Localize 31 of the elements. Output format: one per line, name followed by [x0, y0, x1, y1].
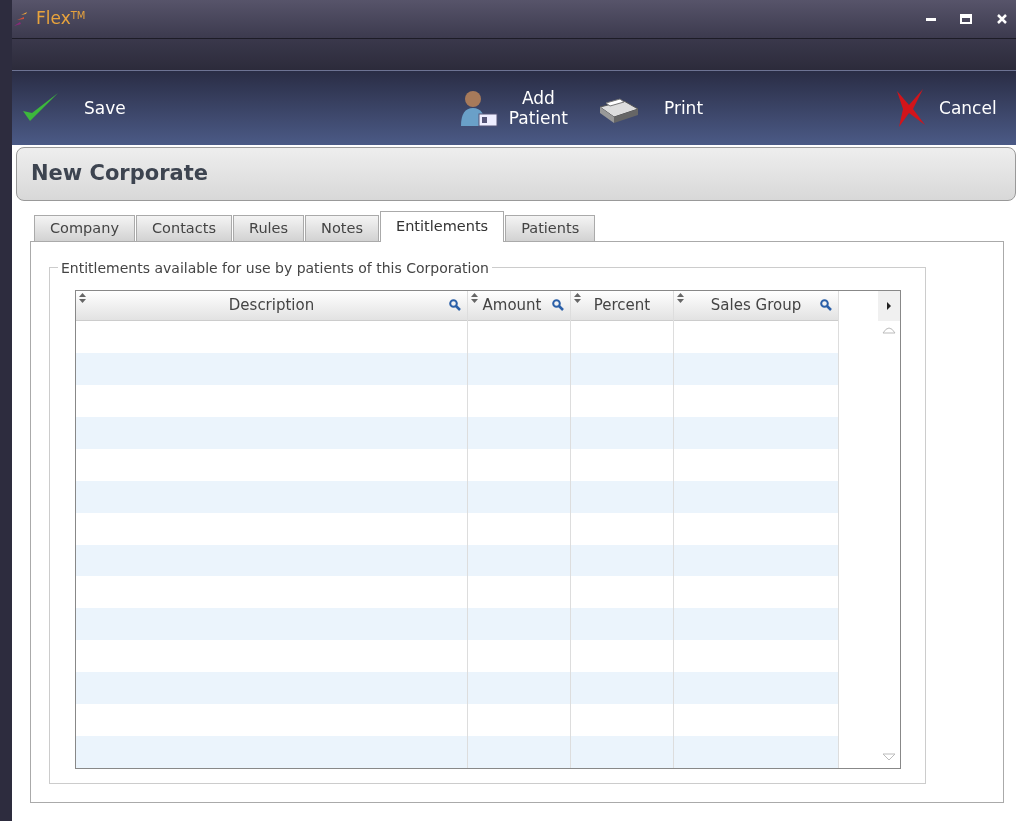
- tab[interactable]: Patients: [505, 215, 596, 241]
- sort-icon: [677, 293, 684, 303]
- minimize-icon: [926, 17, 936, 21]
- tab[interactable]: Notes: [305, 215, 379, 241]
- print-button[interactable]: Print: [595, 91, 704, 125]
- scroll-right-icon: [878, 291, 900, 321]
- tab[interactable]: Contacts: [136, 215, 232, 241]
- column-header[interactable]: Sales Group: [674, 291, 838, 321]
- app-logo-icon: [12, 10, 30, 28]
- save-button[interactable]: Save: [20, 89, 126, 127]
- page-heading: New Corporate: [31, 160, 208, 188]
- sort-icon: [79, 293, 86, 303]
- tab[interactable]: Rules: [232, 215, 305, 241]
- window-title: Flex$^{TM}$: [36, 7, 86, 31]
- sort-icon: [471, 293, 478, 303]
- search-icon: [449, 299, 461, 311]
- maximize-icon: [960, 13, 972, 25]
- column-header[interactable]: Percent: [571, 291, 673, 321]
- tab[interactable]: Entitlements: [379, 211, 505, 242]
- add-patient-button[interactable]: Add Patient: [458, 87, 568, 129]
- cancel-button[interactable]: Cancel: [889, 87, 997, 129]
- search-icon: [820, 299, 832, 311]
- tab[interactable]: Company: [34, 215, 135, 241]
- column-header[interactable]: Description: [76, 291, 467, 321]
- scroll-down-icon: [882, 752, 896, 762]
- search-icon: [552, 299, 564, 311]
- sort-icon: [574, 293, 581, 303]
- scroll-up-icon: [882, 325, 896, 335]
- column-header[interactable]: Amount: [468, 291, 570, 321]
- close-icon: [996, 13, 1008, 25]
- person-card-icon: [458, 88, 499, 128]
